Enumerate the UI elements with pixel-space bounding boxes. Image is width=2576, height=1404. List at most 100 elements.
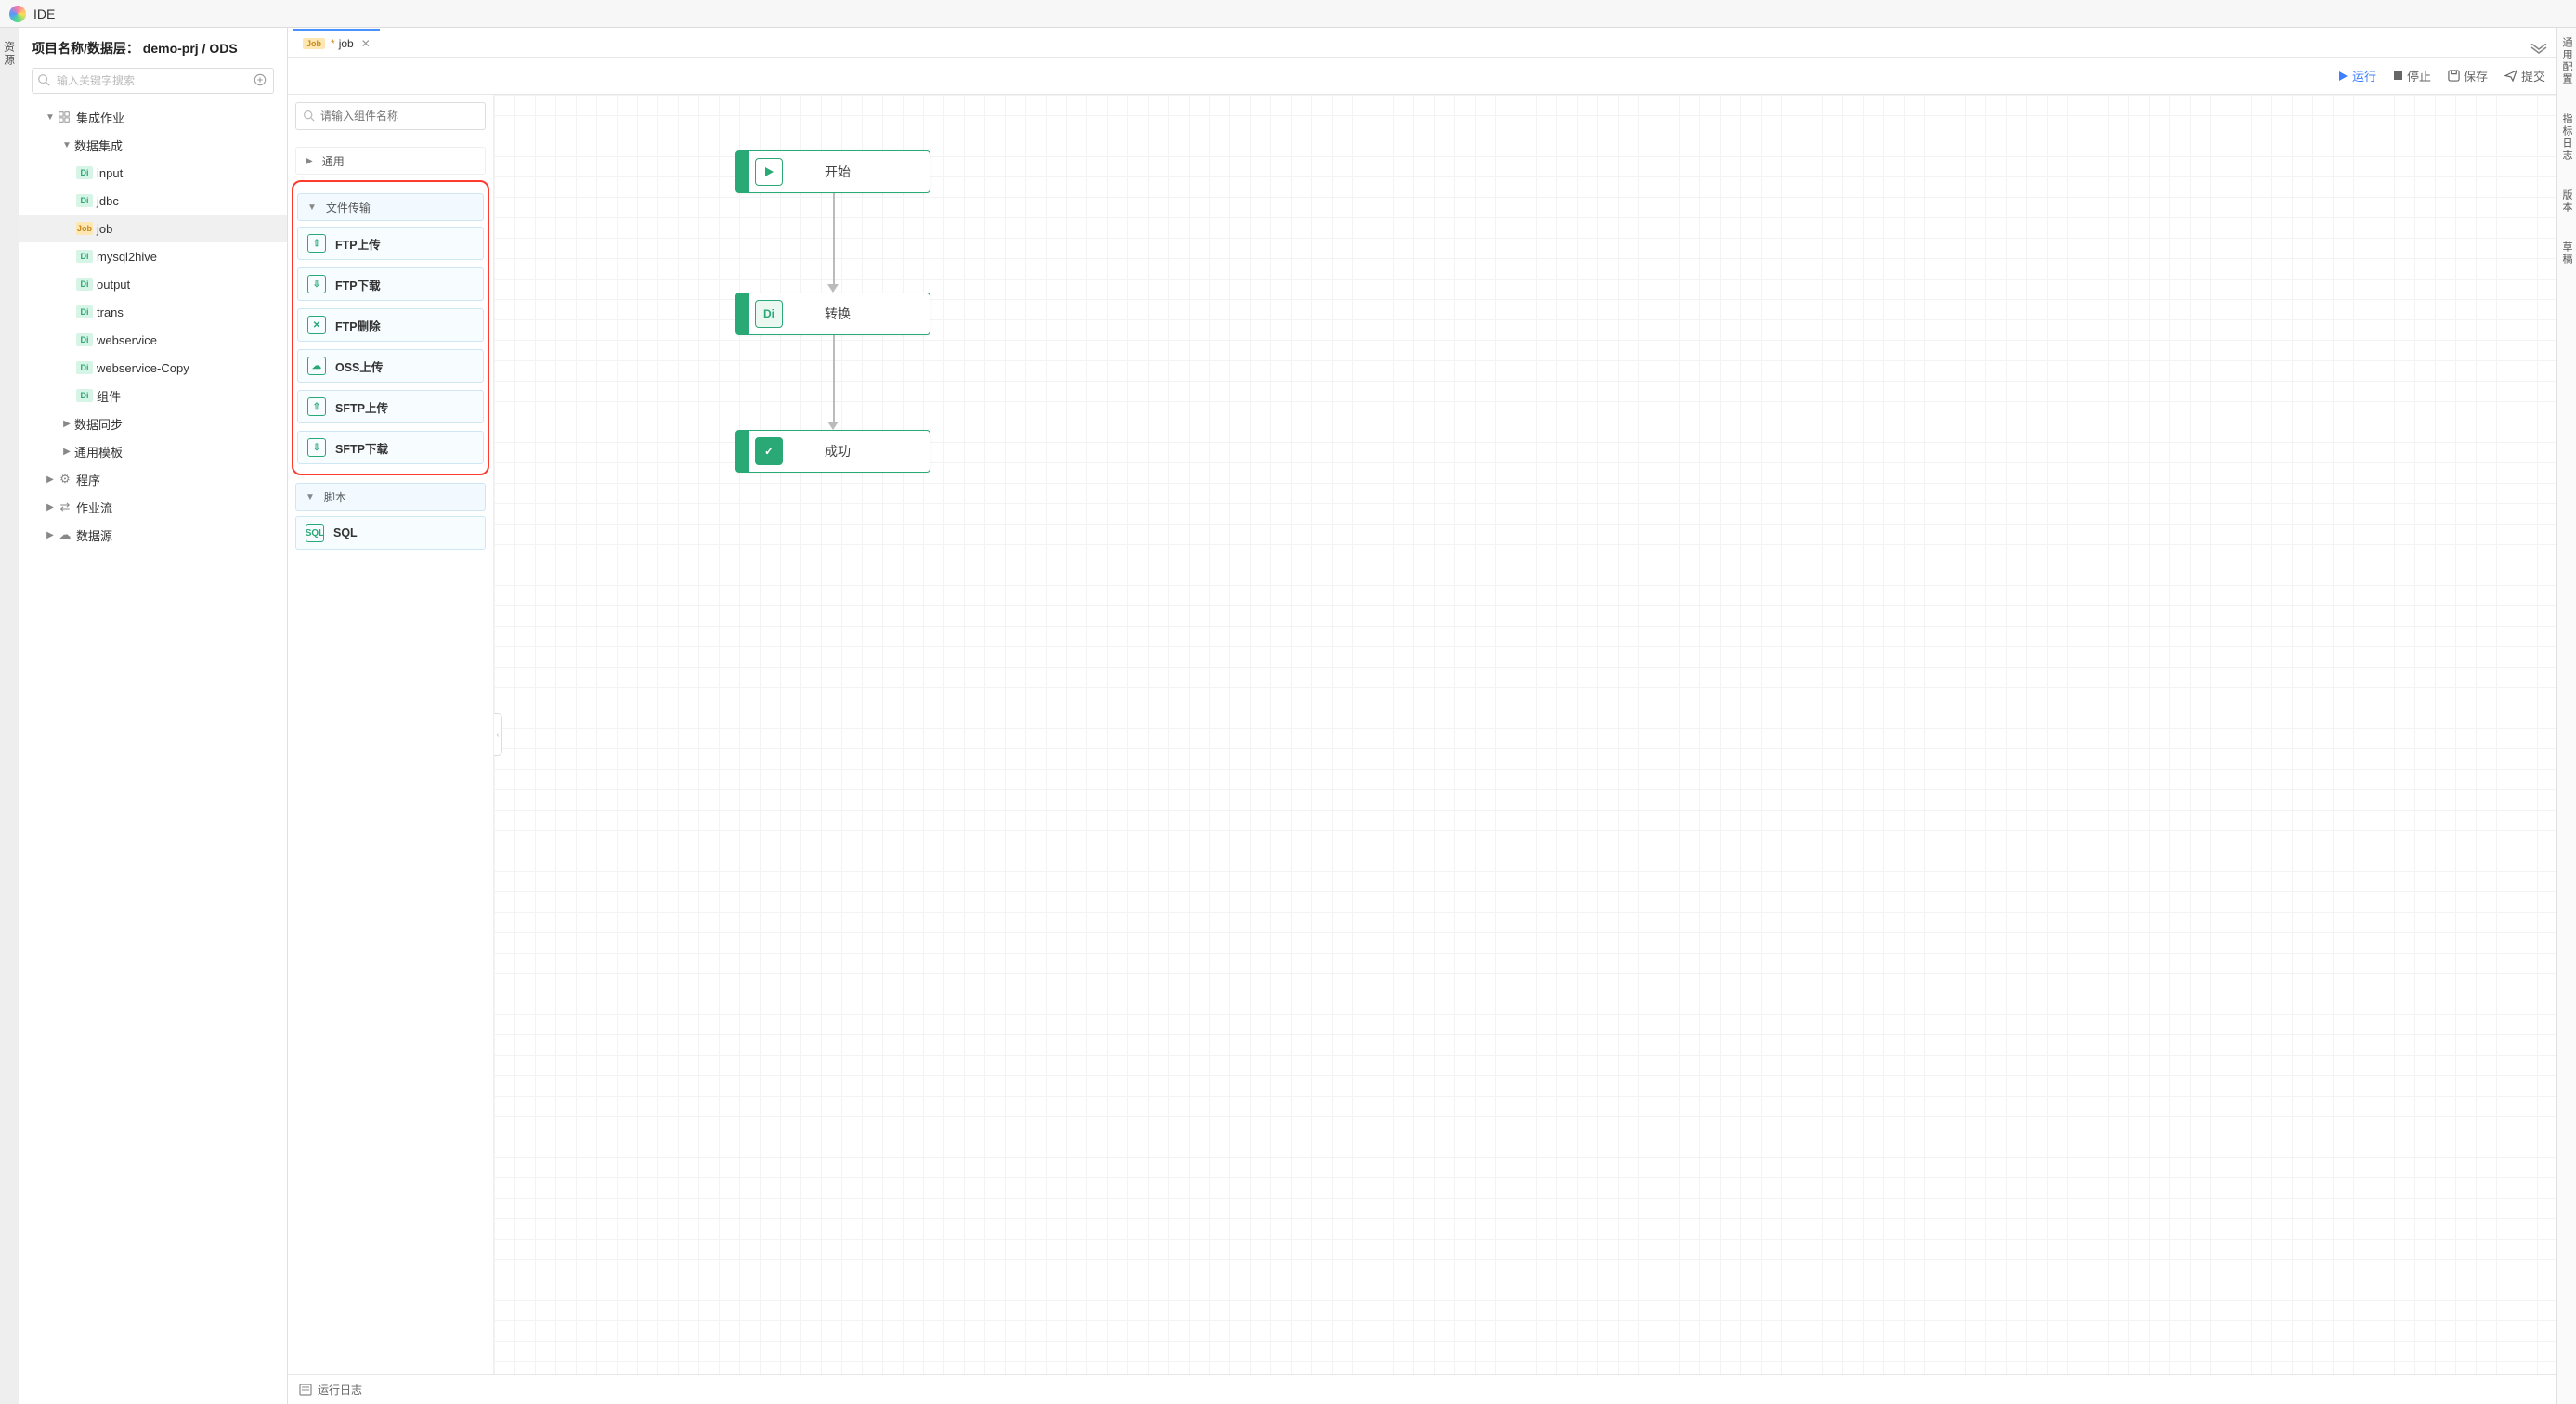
palette-item-label: FTP下载 [335,276,381,293]
category-label: 文件传输 [326,200,371,215]
di-badge-icon: Di [76,166,93,179]
palette-item-ftp-delete[interactable]: ✕ FTP删除 [297,308,484,342]
right-rail-general-config[interactable]: 通用配置 [2559,37,2574,85]
tree-item-mysql2hive[interactable]: Di mysql2hive [19,242,287,270]
caret-right-icon: ▶ [43,502,58,513]
di-badge-icon: Di [76,361,93,374]
editor-footer: 运行日志 [288,1374,2556,1404]
caret-right-icon: ▶ [43,474,58,485]
stop-button[interactable]: 停止 [2393,67,2431,84]
tree-item-output[interactable]: Di output [19,270,287,298]
arrow-down-icon [827,422,839,430]
search-icon [37,73,50,86]
tab-label: job [339,37,354,50]
right-rail-draft[interactable]: 草稿 [2559,241,2574,266]
tree-data-integration[interactable]: ▼ 数据集成 [19,131,287,159]
node-stripe [736,293,749,334]
palette-item-sftp-download[interactable]: ⇩ SFTP下载 [297,431,484,464]
flow-node-start[interactable]: 开始 [735,150,930,193]
job-badge-icon: Job [76,222,93,235]
tree-category-icon [58,110,72,124]
tree-item-webservice[interactable]: Di webservice [19,326,287,354]
flow-canvas[interactable]: ‹ 开始 Di 转换 [494,95,2556,1374]
ftp-icon: ✕ [307,316,326,334]
save-label: 保存 [2464,67,2488,84]
palette-search-input[interactable] [295,102,486,130]
tree-datasources[interactable]: ▶ ☁ 数据源 [19,521,287,549]
sftp-icon: ⇩ [307,438,326,457]
di-badge-icon: Di [76,389,93,402]
submit-label: 提交 [2521,67,2545,84]
category-file-transfer[interactable]: ▼ 文件传输 [297,193,484,221]
submit-button[interactable]: 提交 [2504,67,2545,84]
play-icon [755,158,783,186]
run-button[interactable]: 运行 [2337,67,2376,84]
flow-node-success[interactable]: ✓ 成功 [735,430,930,473]
tree-node-label: webservice [97,333,157,347]
sftp-icon: ⇧ [307,397,326,416]
cloud-icon: ☁ [58,527,72,542]
tree-root-integration-jobs[interactable]: ▼ 集成作业 [19,103,287,131]
right-rail-metric-log[interactable]: 指标日志 [2559,113,2574,162]
tab-job[interactable]: Job * job ✕ [293,29,380,57]
component-palette: ▶ 通用 ▼ 文件传输 ⇧ FTP上传 [288,95,494,1374]
tree-item-jdbc[interactable]: Di jdbc [19,187,287,214]
tree-node-label: output [97,278,130,292]
tree-item-input[interactable]: Di input [19,159,287,187]
collapse-icon[interactable] [2530,44,2547,57]
gear-icon: ⚙ [58,472,72,487]
node-stripe [736,151,749,192]
log-icon [299,1384,312,1396]
caret-right-icon: ▶ [306,156,313,166]
add-icon[interactable] [254,73,267,86]
ftp-icon: ⇧ [307,234,326,253]
tree-workflows[interactable]: ▶ ⇄ 作业流 [19,493,287,521]
di-badge-icon: Di [76,194,93,207]
tree-data-sync[interactable]: ▶ 数据同步 [19,410,287,437]
tree-item-webservice-copy[interactable]: Di webservice-Copy [19,354,287,382]
node-label: 成功 [783,442,930,461]
category-general[interactable]: ▶ 通用 [295,147,486,175]
sql-icon: SQL [306,524,324,542]
ftp-icon: ⇩ [307,275,326,293]
save-button[interactable]: 保存 [2448,67,2488,84]
tree-item-job[interactable]: Job job [19,214,287,242]
tree-general-template[interactable]: ▶ 通用模板 [19,437,287,465]
tree-item-component[interactable]: Di 组件 [19,382,287,410]
category-script[interactable]: ▼ 脚本 [295,483,486,511]
tree-node-label: webservice-Copy [97,361,189,375]
app-logo-icon [9,6,26,22]
left-rail-resources[interactable]: 资源 [2,41,18,67]
sidebar: 项目名称/数据层： demo-prj / ODS ▼ 集成作业 [19,28,288,1404]
palette-item-label: FTP上传 [335,235,381,253]
tree-node-label: jdbc [97,194,119,208]
tree-item-trans[interactable]: Di trans [19,298,287,326]
palette-item-label: SQL [333,526,358,540]
palette-item-ftp-download[interactable]: ⇩ FTP下载 [297,267,484,301]
tree-node-label: mysql2hive [97,250,157,264]
palette-item-oss-upload[interactable]: ☁ OSS上传 [297,349,484,383]
di-badge-icon: Di [76,278,93,291]
palette-item-ftp-upload[interactable]: ⇧ FTP上传 [297,227,484,260]
caret-right-icon: ▶ [43,530,58,540]
project-tree: ▼ 集成作业 ▼ 数据集成 Di input Di jdbc [19,99,287,1404]
right-rail-version[interactable]: 版本 [2559,189,2574,214]
flow-node-transform[interactable]: Di 转换 [735,292,930,335]
palette-item-sql[interactable]: SQL SQL [295,516,486,550]
tree-node-label: 数据源 [76,526,112,544]
oss-icon: ☁ [307,357,326,375]
tree-node-label: job [97,222,112,236]
tree-node-label: 数据集成 [74,136,123,154]
palette-item-label: OSS上传 [335,358,383,375]
tree-node-label: 作业流 [76,499,112,516]
palette-collapse-handle[interactable]: ‹ [494,713,502,756]
footer-log-label[interactable]: 运行日志 [318,1382,362,1398]
app-title: IDE [33,6,55,21]
sidebar-search-input[interactable] [32,68,274,94]
left-rail: 资源 [0,28,19,1404]
tree-programs[interactable]: ▶ ⚙ 程序 [19,465,287,493]
caret-down-icon: ▼ [59,140,74,150]
close-icon[interactable]: ✕ [361,37,371,50]
palette-item-sftp-upload[interactable]: ⇧ SFTP上传 [297,390,484,423]
tree-node-label: 程序 [76,471,100,488]
